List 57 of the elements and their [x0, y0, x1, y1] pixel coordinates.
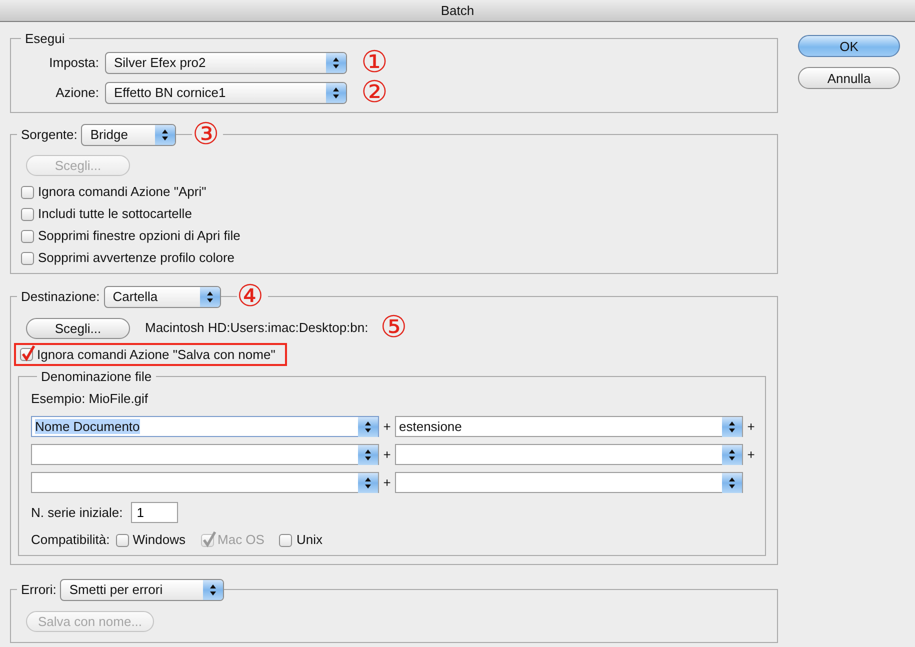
checkbox-label[interactable]: Windows	[132, 531, 186, 549]
checkbox[interactable]	[21, 208, 34, 220]
up-down-arrows-icon	[155, 125, 176, 145]
up-down-arrows-icon	[358, 416, 378, 436]
up-down-arrows-icon	[722, 416, 742, 436]
field-label: Compatibilità:	[31, 531, 110, 549]
example-text: Esempio: MioFile.gif	[31, 391, 148, 406]
combo-field[interactable]: Nome Documento	[31, 416, 379, 437]
up-down-arrows-icon	[722, 472, 742, 492]
field-label: N. serie iniziale:	[31, 504, 123, 522]
combo-field[interactable]	[31, 444, 379, 465]
checkbox-label[interactable]: Sopprimi avvertenze profilo colore	[38, 247, 235, 269]
checkbox-label[interactable]: Ignora comandi Azione "Apri"	[38, 181, 206, 203]
save-as-button: Salva con nome...	[26, 611, 154, 632]
plus-sign: +	[382, 418, 392, 436]
checkbox[interactable]	[21, 230, 34, 242]
up-down-arrows-icon	[358, 444, 378, 464]
field-label: Azione:	[54, 84, 99, 102]
group-title: Sorgente:	[17, 126, 82, 144]
up-down-arrows-icon	[203, 580, 224, 600]
choose-button: Scegli...	[26, 155, 130, 176]
up-down-arrows-icon	[326, 53, 346, 73]
checkbox-label[interactable]: Unix	[296, 531, 322, 549]
dropdown[interactable]: Effetto BN cornice1	[105, 82, 347, 104]
up-down-arrows-icon	[326, 83, 346, 103]
ok-button[interactable]: OK	[798, 35, 900, 57]
choose-button[interactable]: Scegli...	[26, 318, 130, 338]
checkbox-label[interactable]: Ignora comandi Azione "Salva con nome"	[37, 346, 276, 364]
field-label: Imposta:	[48, 54, 99, 72]
plus-sign: +	[746, 446, 756, 464]
dropdown[interactable]: Cartella	[104, 286, 221, 308]
group-title: Errori:	[17, 581, 60, 599]
combo-field[interactable]	[395, 444, 743, 465]
window-title: Batch	[440, 3, 474, 18]
plus-sign: +	[746, 418, 756, 436]
up-down-arrows-icon	[722, 444, 742, 464]
plus-sign: +	[382, 474, 392, 492]
dropdown[interactable]: Smetti per errori	[60, 579, 224, 601]
cancel-button[interactable]: Annulla	[798, 67, 900, 89]
checkbox-label: Mac OS	[218, 531, 264, 549]
checkbox-label[interactable]: Sopprimi finestre opzioni di Apri file	[38, 225, 240, 247]
up-down-arrows-icon	[200, 287, 220, 307]
checkbox[interactable]	[20, 348, 33, 361]
checkbox[interactable]	[21, 252, 34, 264]
dropdown[interactable]: Bridge	[81, 124, 176, 146]
checkbox[interactable]	[116, 534, 129, 546]
number-field[interactable]: 1	[130, 502, 178, 523]
combo-field[interactable]	[31, 472, 379, 493]
plus-sign: +	[382, 446, 392, 464]
checkbox[interactable]	[21, 186, 34, 198]
checkbox[interactable]	[279, 534, 292, 546]
up-down-arrows-icon	[358, 472, 378, 492]
combo-field[interactable]	[395, 472, 743, 493]
checkbox-label[interactable]: Includi tutte le sottocartelle	[38, 203, 192, 225]
folder-path: Macintosh HD:Users:imac:Desktop:bn:	[145, 319, 368, 337]
dropdown[interactable]: Silver Efex pro2	[105, 52, 347, 74]
combo-field[interactable]: estensione	[395, 416, 743, 437]
